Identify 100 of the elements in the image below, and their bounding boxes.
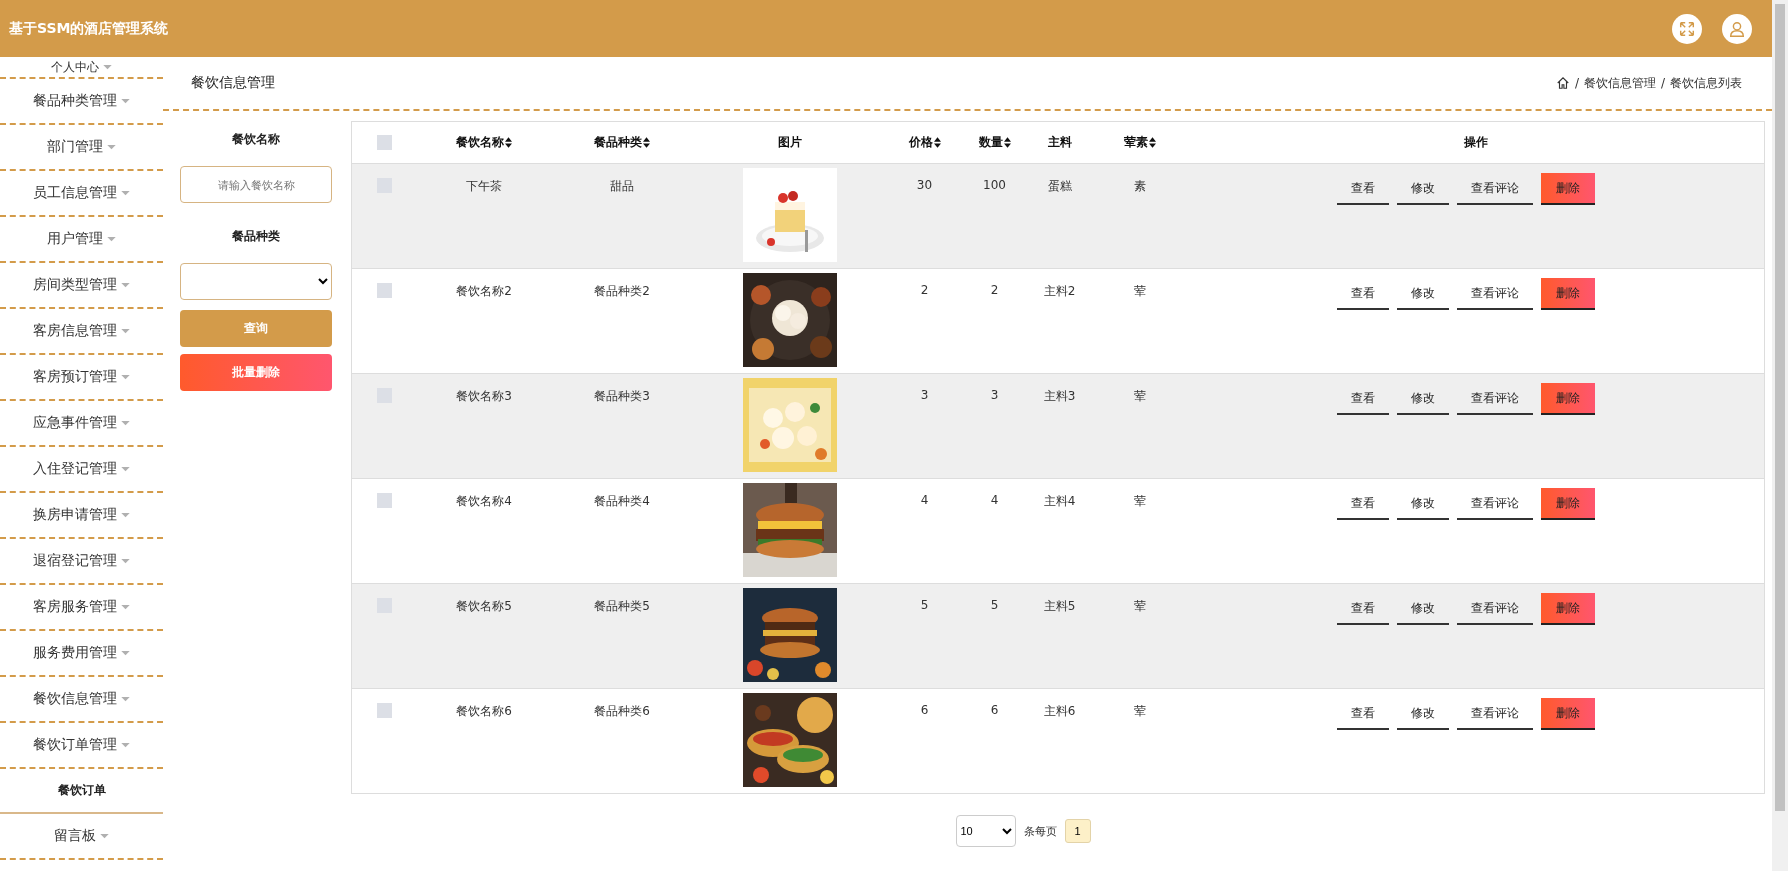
- breadcrumb-separator: /: [1660, 76, 1665, 90]
- column-header[interactable]: 数量: [978, 134, 1011, 151]
- delete-button[interactable]: 删除: [1540, 383, 1595, 415]
- category-select[interactable]: [180, 263, 332, 300]
- user-icon: [1728, 19, 1746, 38]
- action-button[interactable]: 查看: [1336, 593, 1389, 625]
- row-checkbox[interactable]: [376, 283, 392, 298]
- action-button[interactable]: 查看评论: [1456, 698, 1533, 730]
- sidebar-item[interactable]: 餐饮信息管理: [0, 677, 163, 723]
- sidebar-item[interactable]: 客房预订管理: [0, 355, 163, 401]
- table-cell: 主料5: [1043, 598, 1076, 615]
- table-cell: 6: [990, 703, 999, 717]
- table-cell: 餐品种类5: [594, 598, 650, 615]
- action-button[interactable]: 查看评论: [1456, 278, 1533, 310]
- sidebar-item[interactable]: 用户管理: [0, 217, 163, 263]
- action-button[interactable]: 修改: [1396, 593, 1449, 625]
- delete-button[interactable]: 删除: [1540, 173, 1595, 205]
- field-label: 餐饮名称: [231, 131, 281, 148]
- action-button[interactable]: 查看: [1336, 383, 1389, 415]
- page-title: 餐饮信息管理: [191, 74, 275, 92]
- breadcrumb-link[interactable]: 餐饮信息列表: [1670, 74, 1742, 92]
- caret-icon: [107, 144, 116, 150]
- sidebar-item[interactable]: 入住登记管理: [0, 447, 163, 493]
- sidebar-item[interactable]: 房间类型管理: [0, 263, 163, 309]
- caret-icon: [121, 512, 130, 518]
- sort-icon: [1003, 137, 1011, 148]
- sidebar-item[interactable]: 餐饮订单管理: [0, 723, 163, 769]
- table-cell: 下午茶: [466, 178, 502, 195]
- sidebar-item[interactable]: 餐品种类管理: [0, 79, 163, 125]
- page-size-label: 条每页: [1023, 823, 1057, 839]
- page-button[interactable]: 1: [1064, 819, 1091, 843]
- table-cell: 4: [920, 493, 929, 507]
- fullscreen-button[interactable]: [1672, 13, 1702, 44]
- action-button[interactable]: 修改: [1396, 698, 1449, 730]
- sidebar-item[interactable]: 客房服务管理: [0, 585, 163, 631]
- table-cell: 餐饮名称4: [456, 493, 512, 510]
- sort-icon: [505, 137, 512, 148]
- delete-button[interactable]: 删除: [1540, 593, 1595, 625]
- sidebar-item[interactable]: 客房信息管理: [0, 309, 163, 355]
- table-cell: 餐品种类2: [594, 283, 650, 300]
- sidebar-item[interactable]: 留言板: [0, 814, 163, 860]
- caret-icon: [121, 604, 130, 610]
- home-icon[interactable]: [1555, 76, 1570, 90]
- delete-button[interactable]: 删除: [1540, 698, 1595, 730]
- field-label: 餐品种类: [231, 228, 281, 245]
- table-cell: 主料4: [1043, 493, 1076, 510]
- table-cell: 餐饮名称3: [456, 388, 512, 405]
- action-button[interactable]: 修改: [1396, 383, 1449, 415]
- select-all-checkbox[interactable]: [376, 135, 392, 150]
- sidebar-item[interactable]: 应急事件管理: [0, 401, 163, 447]
- sidebar-item[interactable]: 服务费用管理: [0, 631, 163, 677]
- table-cell: 主料3: [1043, 388, 1076, 405]
- user-button[interactable]: [1722, 13, 1752, 44]
- action-button[interactable]: 查看评论: [1456, 173, 1533, 205]
- column-header: 图片: [777, 134, 802, 151]
- table-cell: 5: [920, 598, 929, 612]
- caret-icon: [121, 650, 130, 656]
- action-button[interactable]: 查看: [1336, 698, 1389, 730]
- table-cell: 餐饮名称6: [456, 703, 512, 720]
- caret-icon: [100, 833, 109, 839]
- name-search-field[interactable]: 请输入餐饮名称: [180, 166, 332, 203]
- action-button[interactable]: 修改: [1396, 173, 1449, 205]
- row-checkbox[interactable]: [376, 493, 392, 508]
- action-button[interactable]: 查看: [1336, 173, 1389, 205]
- action-button[interactable]: 修改: [1396, 278, 1449, 310]
- column-header[interactable]: 价格: [908, 134, 941, 151]
- action-button[interactable]: 查看评论: [1456, 383, 1533, 415]
- sidebar-item[interactable]: 部门管理: [0, 125, 163, 171]
- caret-icon: [121, 282, 130, 288]
- caret-icon: [103, 64, 112, 70]
- sidebar-item[interactable]: 换房申请管理: [0, 493, 163, 539]
- table-cell: 餐饮名称2: [456, 283, 512, 300]
- column-header[interactable]: 荤素: [1123, 134, 1156, 151]
- table-cell: 餐品种类4: [594, 493, 650, 510]
- column-header[interactable]: 餐饮名称: [456, 134, 512, 151]
- caret-icon: [121, 466, 130, 472]
- row-checkbox[interactable]: [376, 703, 392, 718]
- table-cell: 主料2: [1043, 283, 1076, 300]
- sidebar-item[interactable]: 退宿登记管理: [0, 539, 163, 585]
- page-size-select[interactable]: 10: [955, 815, 1016, 847]
- table-cell: 甜品: [610, 178, 634, 195]
- sidebar-item[interactable]: 个人中心: [0, 57, 163, 79]
- scrollbar[interactable]: [1772, 0, 1788, 871]
- delete-button[interactable]: 删除: [1540, 278, 1595, 310]
- caret-icon: [121, 420, 130, 426]
- table-cell: 蛋糕: [1047, 178, 1072, 195]
- table-cell: 荤: [1133, 703, 1146, 720]
- sidebar-item[interactable]: 员工信息管理: [0, 171, 163, 217]
- column-header[interactable]: 餐品种类: [594, 134, 650, 151]
- action-button[interactable]: 修改: [1396, 488, 1449, 520]
- table-cell: 荤: [1133, 598, 1146, 615]
- sidebar-subitem[interactable]: 餐饮订单: [0, 769, 163, 814]
- action-button[interactable]: 查看评论: [1456, 488, 1533, 520]
- delete-button[interactable]: 删除: [1540, 488, 1595, 520]
- breadcrumb-link[interactable]: 餐饮信息管理: [1583, 74, 1656, 92]
- action-button[interactable]: 查看: [1336, 488, 1389, 520]
- action-button[interactable]: 查看: [1336, 278, 1389, 310]
- table-cell: 餐品种类6: [594, 703, 650, 720]
- table-cell: 荤: [1133, 283, 1146, 300]
- action-button[interactable]: 查看评论: [1456, 593, 1533, 625]
